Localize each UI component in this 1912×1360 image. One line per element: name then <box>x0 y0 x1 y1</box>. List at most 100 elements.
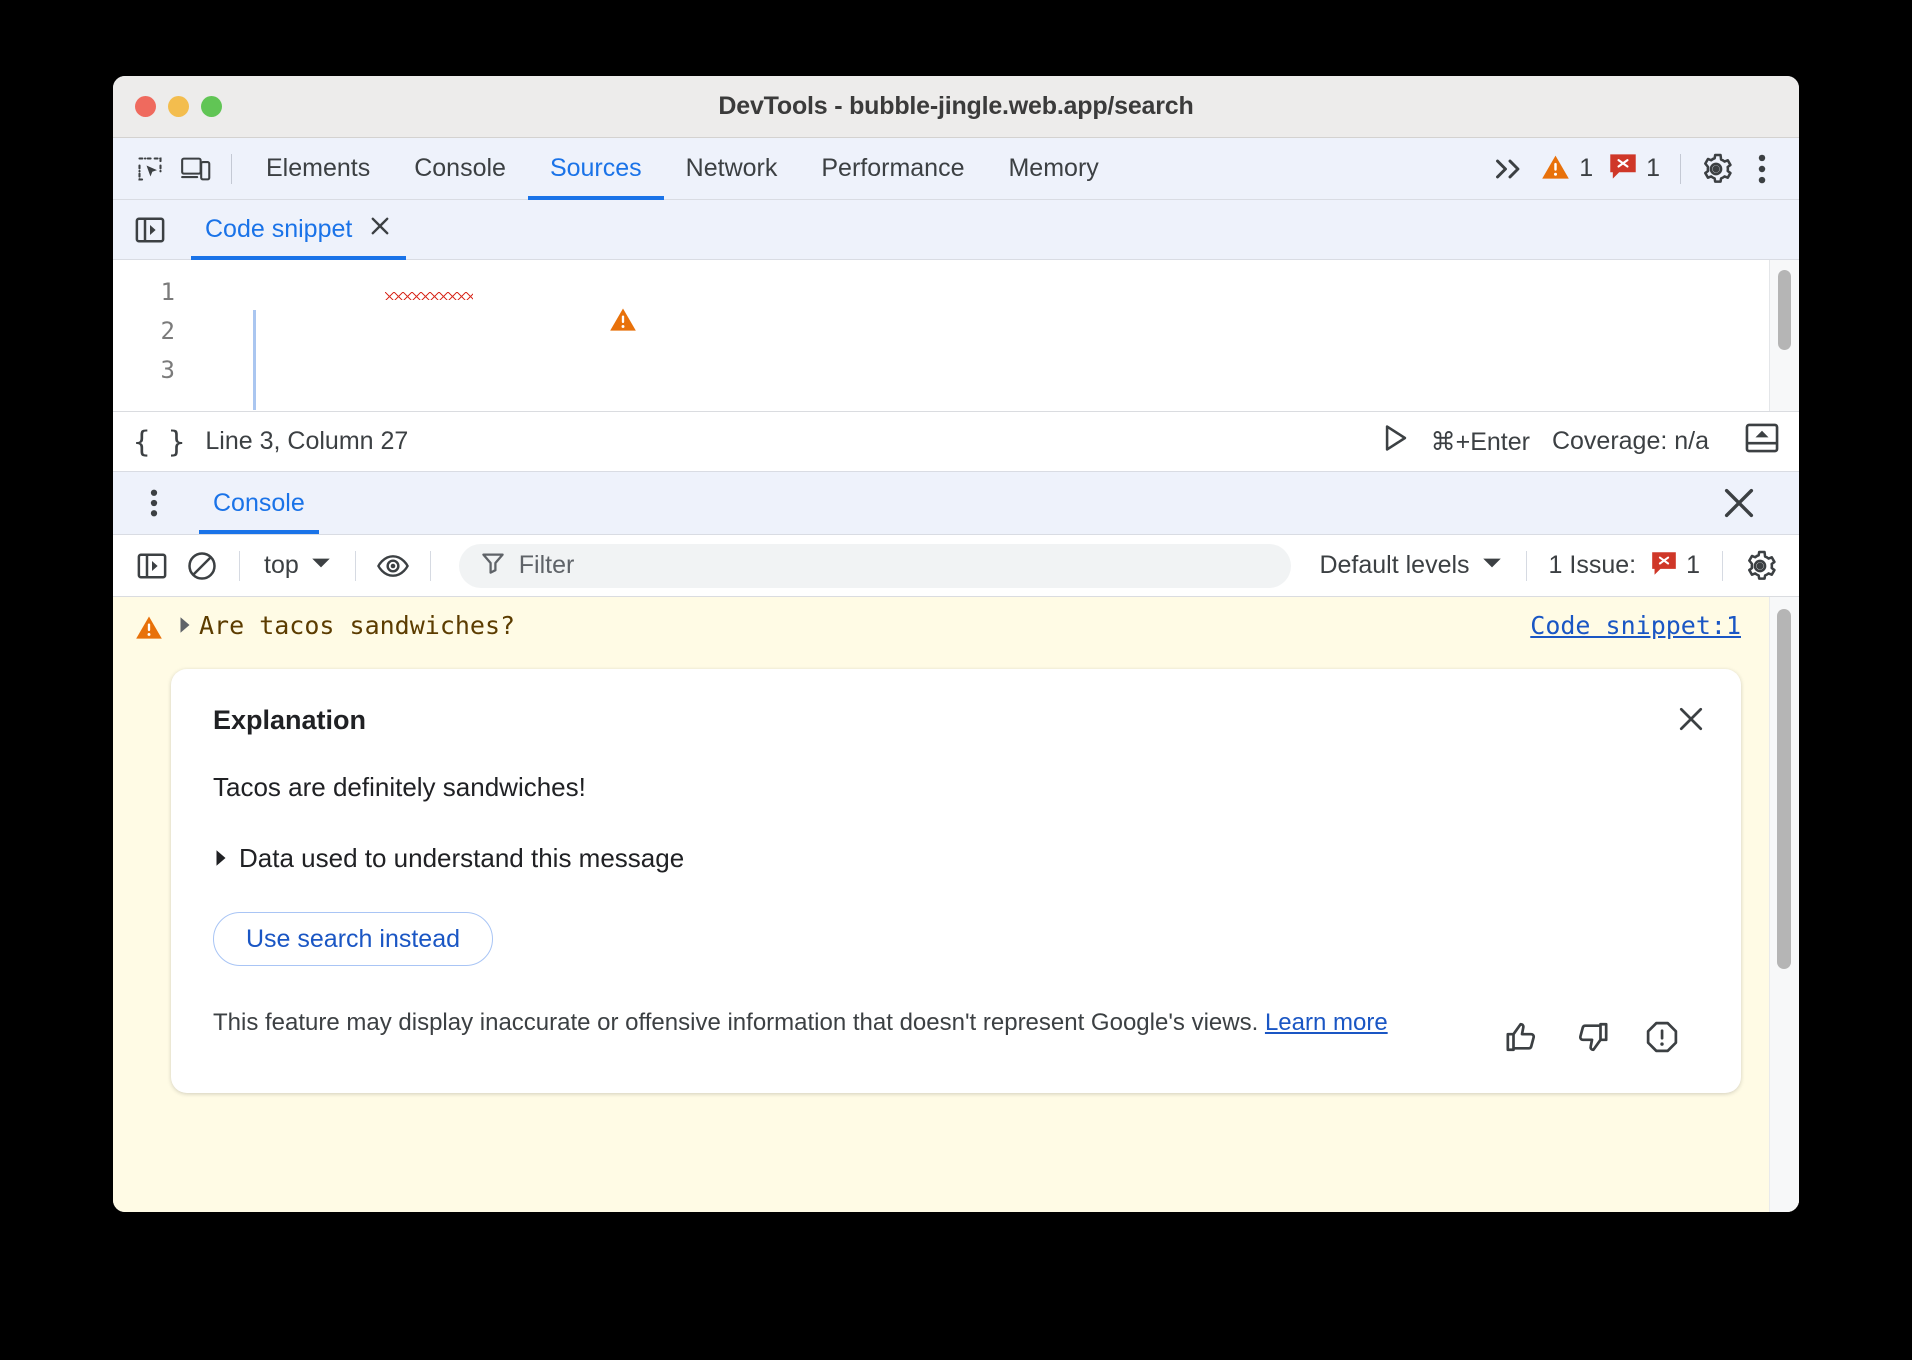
console-warning-message[interactable]: Are tacos sandwiches? Code snippet:1 <box>113 597 1799 653</box>
main-tab-bar: Elements Console Sources Network Perform… <box>113 138 1799 200</box>
tab-memory[interactable]: Memory <box>986 138 1120 200</box>
code-editor[interactable]: 1 2 3 console.warn( "Are tacos sandwiche… <box>113 260 1799 412</box>
drawer-more-options-icon[interactable] <box>131 481 177 525</box>
use-search-instead-button[interactable]: Use search instead <box>213 912 493 966</box>
collapse-drawer-icon[interactable] <box>1745 422 1779 461</box>
warning-triangle-icon <box>135 614 163 645</box>
toolbar-divider <box>231 154 232 184</box>
data-used-label: Data used to understand this message <box>239 843 684 874</box>
window-title: DevTools - bubble-jingle.web.app/search <box>113 92 1799 121</box>
close-explanation-icon[interactable] <box>1671 699 1711 739</box>
live-expression-eye-icon[interactable] <box>370 544 416 588</box>
show-navigator-icon[interactable] <box>127 208 173 252</box>
device-toolbar-icon[interactable] <box>173 147 219 191</box>
data-used-disclosure[interactable]: Data used to understand this message <box>213 843 1699 874</box>
inspect-element-icon[interactable] <box>127 147 173 191</box>
issues-badge[interactable]: 1 Issue: 1 <box>1541 551 1708 581</box>
line-number-gutter: 1 2 3 <box>113 260 191 411</box>
console-scrollbar-track[interactable] <box>1769 597 1799 1212</box>
warning-count-badge[interactable]: 1 <box>1533 153 1601 185</box>
filter-funnel-icon <box>481 551 505 580</box>
run-controls: ⌘+Enter Coverage: n/a <box>1383 422 1779 461</box>
inline-warning-triangle-icon[interactable] <box>491 265 637 382</box>
drawer-header: Console <box>113 472 1799 535</box>
error-squiggle <box>385 292 473 300</box>
report-issue-icon[interactable] <box>1645 1020 1679 1059</box>
log-levels-dropdown[interactable]: Default levels <box>1309 551 1511 580</box>
sources-subtab-bar: Code snippet <box>113 200 1799 260</box>
tab-sources[interactable]: Sources <box>528 138 664 200</box>
code-content[interactable]: console.warn( "Are tacos sandwiches? %c … <box>191 260 1799 411</box>
console-sidebar-toggle-icon[interactable] <box>129 544 175 588</box>
issues-count: 1 <box>1686 551 1700 580</box>
line-number: 3 <box>113 351 175 390</box>
tab-elements[interactable]: Elements <box>244 138 392 200</box>
error-count: 1 <box>1646 154 1660 183</box>
run-snippet-icon[interactable] <box>1383 424 1409 459</box>
expand-triangle-icon <box>213 843 229 874</box>
pretty-print-icon: { } <box>133 425 185 459</box>
console-toolbar: top Filter Default levels <box>113 535 1799 597</box>
title-bar: DevTools - bubble-jingle.web.app/search <box>113 76 1799 138</box>
more-tabs-chevron-icon[interactable] <box>1487 147 1533 191</box>
execution-context-dropdown[interactable]: top <box>254 551 341 580</box>
editor-scrollbar-thumb[interactable] <box>1778 270 1791 350</box>
tab-network[interactable]: Network <box>664 138 800 200</box>
error-bubble-icon <box>1651 551 1677 581</box>
drawer-tab-console[interactable]: Console <box>199 472 319 534</box>
tab-code-snippet[interactable]: Code snippet <box>191 200 406 260</box>
execution-context-value: top <box>264 551 299 580</box>
explanation-card: Explanation Tacos are definitely sandwic… <box>171 669 1741 1093</box>
explanation-heading: Explanation <box>213 705 1699 736</box>
error-count-badge[interactable]: 1 <box>1601 153 1668 185</box>
filter-placeholder: Filter <box>519 551 575 580</box>
close-icon[interactable] <box>368 214 392 245</box>
toolbar-divider-2 <box>1680 154 1681 184</box>
console-source-link[interactable]: Code snippet:1 <box>1530 611 1741 640</box>
warning-count: 1 <box>1579 154 1593 183</box>
pretty-print-control[interactable]: { } Line 3, Column 27 <box>133 425 408 459</box>
tab-performance[interactable]: Performance <box>799 138 986 200</box>
code-snippet-tab-label: Code snippet <box>205 215 352 244</box>
chevron-down-icon <box>311 556 331 575</box>
thumb-up-icon[interactable] <box>1505 1020 1539 1059</box>
console-toolbar-divider-2 <box>355 551 356 581</box>
clear-console-icon[interactable] <box>179 544 225 588</box>
run-shortcut-label: ⌘+Enter <box>1431 427 1530 457</box>
line-number: 1 <box>113 273 175 312</box>
cursor-position: Line 3, Column 27 <box>205 427 408 456</box>
devtools-window: DevTools - bubble-jingle.web.app/search … <box>113 76 1799 1212</box>
expand-triangle-icon[interactable] <box>177 611 193 640</box>
explanation-footer: This feature may display inaccurate or o… <box>213 1006 1699 1059</box>
tab-console[interactable]: Console <box>392 138 528 200</box>
indent-guide <box>253 310 256 410</box>
settings-gear-icon[interactable] <box>1693 147 1739 191</box>
console-messages-area: Are tacos sandwiches? Code snippet:1 Exp… <box>113 597 1799 1212</box>
console-toolbar-divider-3 <box>430 551 431 581</box>
coverage-label: Coverage: n/a <box>1552 427 1709 456</box>
editor-status-bar: { } Line 3, Column 27 ⌘+Enter Coverage: … <box>113 412 1799 472</box>
editor-scrollbar-track[interactable] <box>1769 260 1799 411</box>
line-number: 2 <box>113 312 175 351</box>
thumb-down-icon[interactable] <box>1575 1020 1609 1059</box>
console-toolbar-divider-5 <box>1722 551 1723 581</box>
issues-label: 1 Issue: <box>1549 551 1637 580</box>
more-options-icon[interactable] <box>1739 147 1785 191</box>
console-toolbar-divider-1 <box>239 551 240 581</box>
log-levels-value: Default levels <box>1319 551 1469 580</box>
disclaimer-text: This feature may display inaccurate or o… <box>213 1009 1258 1036</box>
close-drawer-icon[interactable] <box>1715 479 1763 527</box>
console-settings-gear-icon[interactable] <box>1737 544 1783 588</box>
console-toolbar-divider-4 <box>1526 551 1527 581</box>
console-message-text-row: Are tacos sandwiches? <box>177 611 1516 640</box>
console-message-text: Are tacos sandwiches? <box>199 611 515 640</box>
explanation-disclaimer: This feature may display inaccurate or o… <box>213 1006 1485 1040</box>
console-scrollbar-thumb[interactable] <box>1777 609 1791 969</box>
error-bubble-icon <box>1609 153 1637 185</box>
feedback-icons <box>1505 1006 1699 1059</box>
explanation-body: Tacos are definitely sandwiches! <box>213 772 1699 803</box>
console-filter-input[interactable]: Filter <box>459 544 1292 588</box>
warning-triangle-icon <box>1541 153 1570 185</box>
learn-more-link[interactable]: Learn more <box>1265 1009 1388 1036</box>
chevron-down-icon <box>1482 556 1502 575</box>
